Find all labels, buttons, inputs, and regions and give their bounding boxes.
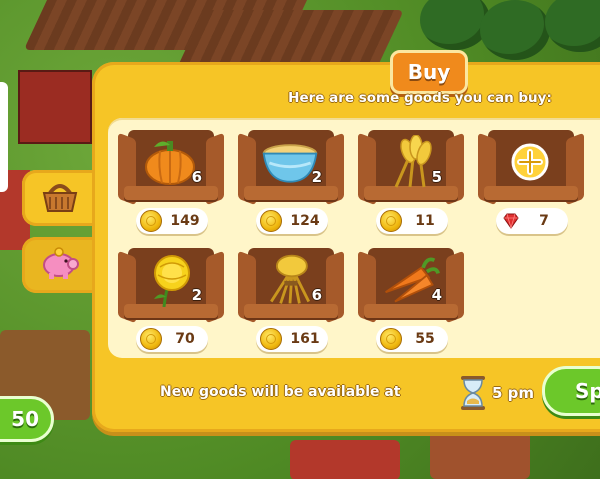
item-quantity: 2	[191, 286, 202, 304]
coin-icon	[260, 210, 282, 232]
tree	[480, 0, 550, 60]
price-value: 161	[290, 331, 320, 347]
price-tag: 55	[376, 326, 448, 352]
price-tag: 11	[376, 208, 448, 234]
price-tag: 161	[256, 326, 328, 352]
goods-slot-cornflakes[interactable]: 2 124	[238, 126, 344, 236]
goods-slot-marigold[interactable]: 2 70	[118, 244, 224, 354]
restock-time: 5 pm	[492, 384, 535, 402]
item-quantity: 2	[311, 168, 322, 186]
crop-field	[176, 10, 404, 70]
shed	[430, 430, 530, 479]
currency-button-label: 50	[11, 407, 39, 431]
tab-basket[interactable]	[22, 170, 98, 226]
coin-icon	[140, 328, 162, 350]
gem-icon	[503, 213, 519, 229]
tab-piggy-bank[interactable]	[22, 237, 98, 293]
item-quantity: 6	[191, 168, 202, 186]
speed-up-label: Sp	[575, 379, 600, 403]
goods-slot-add[interactable]: 7	[478, 126, 584, 236]
coin-icon	[380, 328, 402, 350]
item-quantity: 4	[431, 286, 442, 304]
side-card	[0, 82, 8, 192]
item-quantity: 5	[431, 168, 442, 186]
dialog-subtitle: Here are some goods you can buy:	[288, 90, 552, 106]
price-tag: 124	[256, 208, 328, 234]
price-tag: 7	[496, 208, 568, 234]
price-value: 11	[415, 213, 435, 229]
price-value: 124	[290, 213, 320, 229]
currency-button[interactable]: 50	[0, 396, 54, 442]
price-value: 55	[415, 331, 435, 347]
restock-message: New goods will be available at	[160, 384, 401, 400]
hourglass-icon	[458, 375, 488, 411]
price-tag: 149	[136, 208, 208, 234]
goods-slot-wheat-bundle[interactable]: 6 161	[238, 244, 344, 354]
dialog-title: Buy	[390, 50, 468, 94]
coin-icon	[140, 210, 162, 232]
barn	[18, 70, 92, 144]
coin-icon	[380, 210, 402, 232]
plus-icon[interactable]	[500, 136, 560, 188]
price-value: 7	[539, 213, 549, 229]
price-value: 149	[170, 213, 200, 229]
goods-slot-wheat[interactable]: 5 11	[358, 126, 464, 236]
coin-icon	[260, 328, 282, 350]
goods-slot-carrot[interactable]: 4 55	[358, 244, 464, 354]
price-value: 70	[175, 331, 195, 347]
piggy-bank-icon	[39, 246, 81, 284]
goods-slot-pumpkin[interactable]: 6 149	[118, 126, 224, 236]
price-tag: 70	[136, 326, 208, 352]
item-quantity: 6	[311, 286, 322, 304]
basket-icon	[40, 179, 80, 217]
building-roof	[290, 440, 400, 479]
speed-up-button[interactable]: Sp	[542, 366, 600, 416]
